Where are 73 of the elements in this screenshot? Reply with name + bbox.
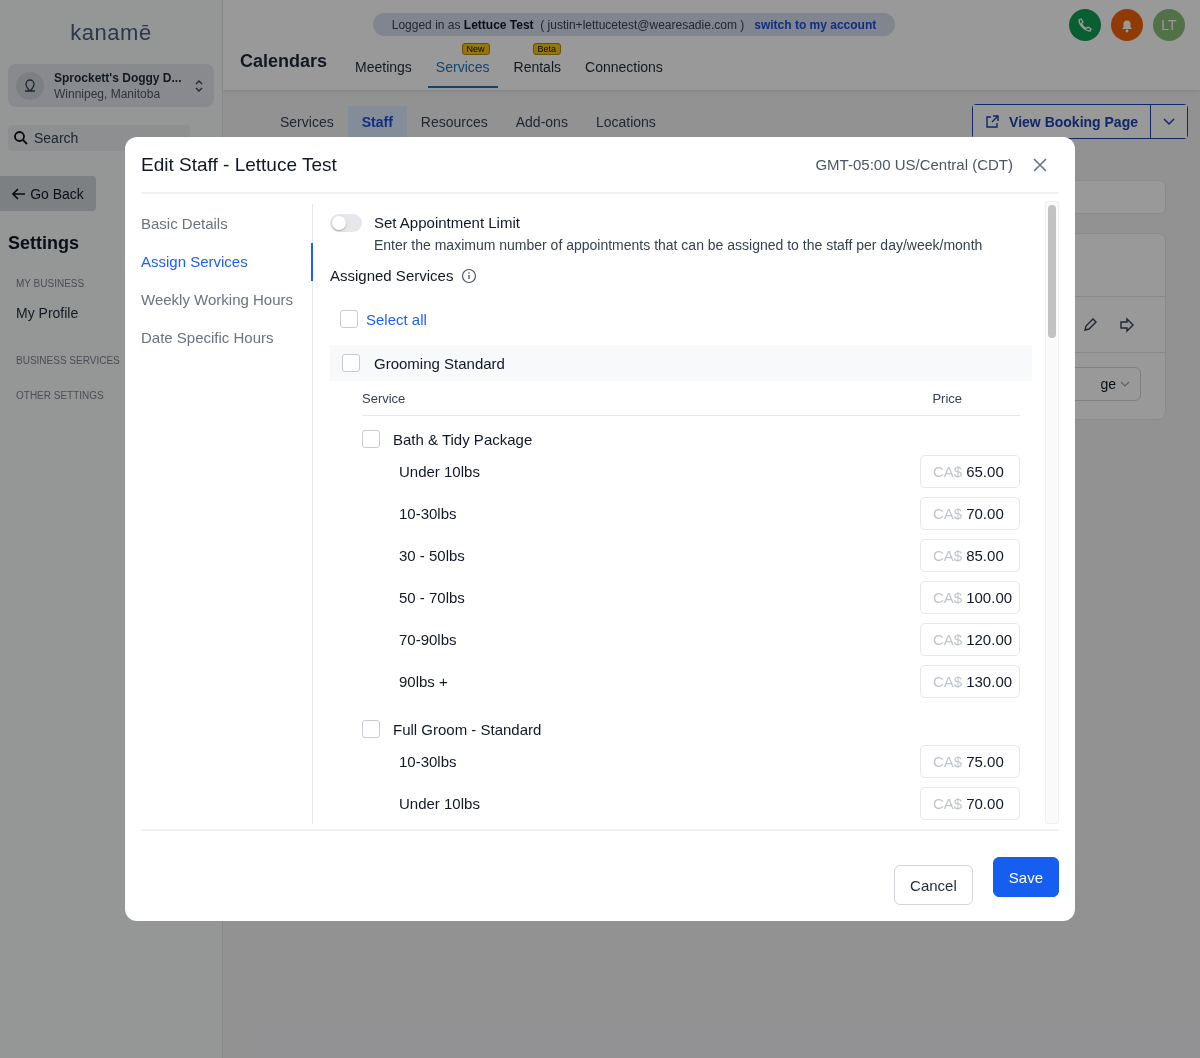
chevron-down-icon (1120, 381, 1130, 387)
checkbox[interactable] (362, 430, 380, 448)
column-header: Price (932, 390, 962, 406)
price-field[interactable]: CA$ 100.00 (920, 580, 1020, 614)
dialog-nav-item[interactable]: Assign Services (141, 243, 313, 281)
scrollbar[interactable] (1048, 205, 1056, 338)
toggle-description: Enter the maximum number of appointments that can be assigned to the staff per day/week/month (374, 237, 983, 253)
search-icon (13, 130, 29, 146)
sub-tab[interactable]: Staff (347, 105, 407, 138)
section-label: MY BUSINESS (16, 278, 86, 289)
dialog-title: Edit Staff - Lettuce Test (141, 153, 337, 176)
cancel-button[interactable]: Cancel (894, 865, 973, 905)
variant-name: 90lbs + (399, 672, 448, 690)
select-all-link[interactable]: Select all (366, 310, 427, 328)
view-booking-page-button[interactable]: View Booking Page (973, 105, 1151, 138)
nav-tab[interactable]: Rentals (513, 59, 561, 88)
price-field[interactable]: CA$ 120.00 (920, 622, 1020, 656)
settings-heading: Settings (8, 233, 80, 254)
dropdown-button[interactable] (1151, 105, 1187, 138)
column-header: Service (362, 390, 406, 406)
price-field[interactable]: CA$ 130.00 (920, 664, 1020, 698)
location-switcher[interactable]: Sprockett's Doggy D... Winnipeg, Manitoba (8, 64, 214, 107)
share-icon[interactable] (1118, 316, 1134, 333)
section-label: OTHER SETTINGS (16, 390, 105, 401)
timezone-label: GMT-05:00 US/Central (CDT) (815, 156, 1013, 173)
variant-name: 10-30lbs (399, 504, 457, 522)
service-name: Full Groom - Standard (393, 720, 542, 738)
service-name: Bath & Tidy Package (393, 430, 533, 448)
tab-badge: Beta (532, 43, 561, 55)
external-link-icon (985, 114, 1000, 129)
section-title: Assigned Services (330, 267, 454, 284)
page-title: Calendars (240, 51, 328, 73)
phone-icon[interactable] (1069, 9, 1101, 41)
info-icon[interactable] (461, 267, 478, 284)
nav-tab[interactable]: Connections (585, 59, 663, 88)
variant-name: 70-90lbs (399, 630, 457, 648)
checkbox[interactable] (340, 310, 358, 328)
bell-icon[interactable] (1111, 9, 1143, 41)
go-back-button[interactable]: Go Back (0, 176, 96, 211)
variant-name: Under 10lbs (399, 462, 480, 480)
checkbox[interactable] (342, 354, 360, 372)
price-field[interactable]: CA$ 85.00 (920, 538, 1020, 572)
banner-text: Logged in as Lettuce Test ( justin+lettucetest@wearesadie.com ) (391, 17, 745, 32)
close-icon[interactable] (1033, 157, 1047, 172)
group-name: Grooming Standard (374, 354, 505, 372)
price-field[interactable]: CA$ 65.00 (920, 454, 1020, 488)
price-field[interactable]: CA$ 75.00 (920, 744, 1020, 778)
toggle-label: Set Appointment Limit (374, 214, 521, 231)
sub-tab[interactable]: Resources (406, 105, 502, 138)
save-button[interactable]: Save (992, 857, 1059, 897)
variant-name: Under 10lbs (399, 794, 480, 812)
arrow-left-icon (12, 187, 27, 200)
variant-name: 30 - 50lbs (399, 546, 465, 564)
nav-tab[interactable]: Meetings (355, 59, 412, 88)
tab-badge: New (461, 43, 490, 55)
logo: kanamē (69, 20, 153, 46)
chevron-down-icon (1163, 117, 1175, 126)
switch-account-link[interactable]: switch to my account (754, 17, 877, 32)
price-field[interactable]: CA$ 70.00 (920, 496, 1020, 530)
toggle-switch[interactable] (330, 214, 362, 232)
checkbox[interactable] (362, 720, 380, 738)
section-label: BUSINESS SERVICES (16, 355, 121, 366)
nav-tab[interactable]: Services (427, 59, 498, 88)
price-field[interactable]: CA$ 70.00 (920, 786, 1020, 820)
variant-name: 50 - 70lbs (399, 588, 465, 606)
dialog-nav-item[interactable]: Weekly Working Hours (141, 290, 313, 328)
sub-tab[interactable]: Locations (581, 105, 670, 138)
pencil-icon[interactable] (1082, 316, 1098, 333)
chevron-updown-icon (194, 78, 204, 94)
variant-name: 10-30lbs (399, 752, 457, 770)
sub-tab[interactable]: Add-ons (501, 105, 582, 138)
sub-tab[interactable]: Services (266, 105, 348, 138)
dialog-nav-item[interactable]: Date Specific Hours (141, 328, 313, 366)
